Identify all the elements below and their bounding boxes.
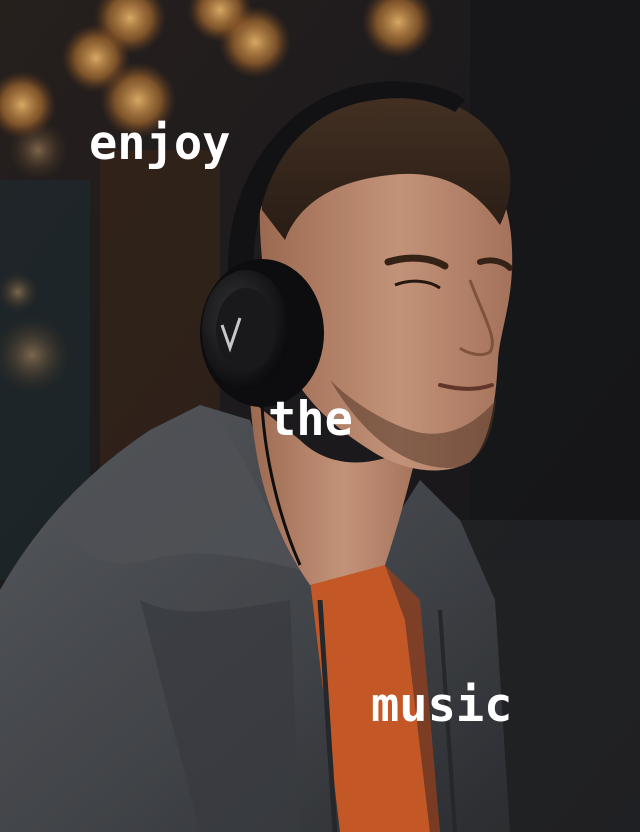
caption-music: music: [371, 678, 513, 733]
poster: enjoy the music: [0, 0, 640, 832]
caption-the: the: [268, 392, 353, 447]
caption-enjoy: enjoy: [89, 116, 231, 171]
